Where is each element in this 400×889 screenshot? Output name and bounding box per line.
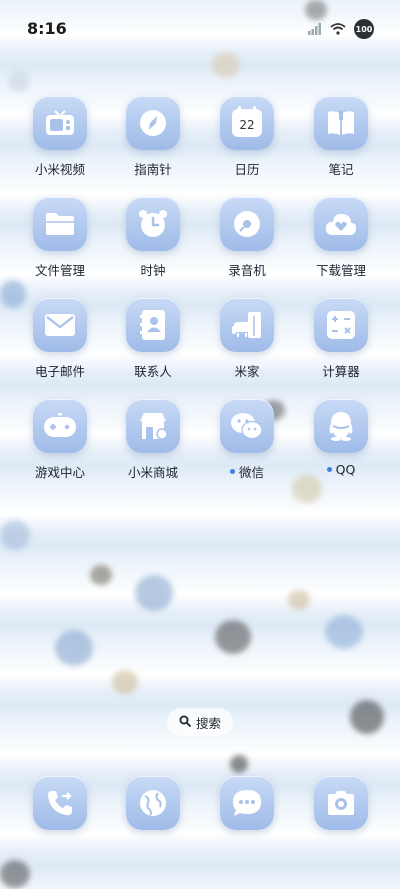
folder-icon xyxy=(33,197,87,251)
store-icon xyxy=(126,399,180,453)
app-label: 指南针 xyxy=(134,162,172,177)
app-label: 计算器 xyxy=(322,364,360,379)
battery-indicator: 100 xyxy=(354,19,374,39)
app-email[interactable]: 电子邮件 xyxy=(20,298,100,380)
dock-browser[interactable] xyxy=(113,776,193,830)
record-disc-icon xyxy=(220,197,274,251)
notebook-icon xyxy=(314,96,368,150)
cloud-heart-icon xyxy=(314,197,368,251)
app-label: 笔记 xyxy=(328,162,354,177)
app-label: 下载管理 xyxy=(315,263,366,278)
search-button[interactable]: 搜索 xyxy=(167,708,233,736)
app-label: 日历 xyxy=(234,162,260,177)
calendar-icon: 22 xyxy=(220,96,274,150)
compass-icon xyxy=(126,96,180,150)
app-calculator[interactable]: 计算器 xyxy=(301,298,381,380)
sofa-home-icon xyxy=(220,298,274,352)
app-label: 游戏中心 xyxy=(34,465,85,480)
app-label: 电子邮件 xyxy=(34,364,85,379)
app-label: 录音机 xyxy=(228,263,266,278)
app-contacts[interactable]: 联系人 xyxy=(113,298,193,380)
gamepad-icon xyxy=(33,399,87,453)
dock-camera[interactable] xyxy=(301,776,381,830)
app-label: 小米商城 xyxy=(127,465,178,480)
status-icons: 100 xyxy=(308,19,374,39)
envelope-icon xyxy=(33,298,87,352)
tv-icon xyxy=(33,96,87,150)
app-recorder[interactable]: 录音机 xyxy=(207,197,287,279)
app-file-manager[interactable]: 文件管理 xyxy=(20,197,100,279)
notification-dot xyxy=(229,469,235,474)
app-mi-store[interactable]: 小米商城 xyxy=(113,399,193,481)
message-bubble-icon xyxy=(220,776,274,830)
dock-messages[interactable] xyxy=(207,776,287,830)
app-qq[interactable]: QQ xyxy=(301,399,381,477)
app-mi-video[interactable]: 小米视频 xyxy=(20,96,100,178)
app-label: 小米视频 xyxy=(34,162,85,177)
wifi-icon xyxy=(330,20,346,39)
app-label-row: 微信 xyxy=(207,462,287,481)
app-label: 文件管理 xyxy=(34,263,85,278)
alarm-clock-icon xyxy=(126,197,180,251)
dock-phone[interactable] xyxy=(20,776,100,830)
camera-icon xyxy=(314,776,368,830)
calculator-icon xyxy=(314,298,368,352)
contacts-book-icon xyxy=(126,298,180,352)
search-icon xyxy=(179,715,191,730)
phone-icon xyxy=(33,776,87,830)
app-label: 时钟 xyxy=(140,263,166,278)
app-calendar[interactable]: 22 日历 xyxy=(207,96,287,178)
app-game-center[interactable]: 游戏中心 xyxy=(20,399,100,481)
app-notes[interactable]: 笔记 xyxy=(301,96,381,178)
app-wechat[interactable]: 微信 xyxy=(207,399,287,481)
app-mi-home[interactable]: 米家 xyxy=(207,298,287,380)
status-time: 8:16 xyxy=(27,19,67,38)
qq-penguin-icon xyxy=(314,399,368,453)
app-downloads[interactable]: 下载管理 xyxy=(301,197,381,279)
status-bar: 8:16 100 xyxy=(0,0,400,58)
calendar-day: 22 xyxy=(239,117,255,132)
notification-dot xyxy=(326,467,332,472)
wechat-icon xyxy=(220,399,274,453)
signal-icon xyxy=(308,20,322,39)
app-label-row: QQ xyxy=(301,462,381,477)
app-label: 米家 xyxy=(234,364,260,379)
app-clock[interactable]: 时钟 xyxy=(113,197,193,279)
app-compass[interactable]: 指南针 xyxy=(113,96,193,178)
app-label: QQ xyxy=(335,462,356,477)
app-label: 微信 xyxy=(238,465,264,480)
app-label: 联系人 xyxy=(134,364,172,379)
search-label: 搜索 xyxy=(195,715,221,731)
globe-icon xyxy=(126,776,180,830)
